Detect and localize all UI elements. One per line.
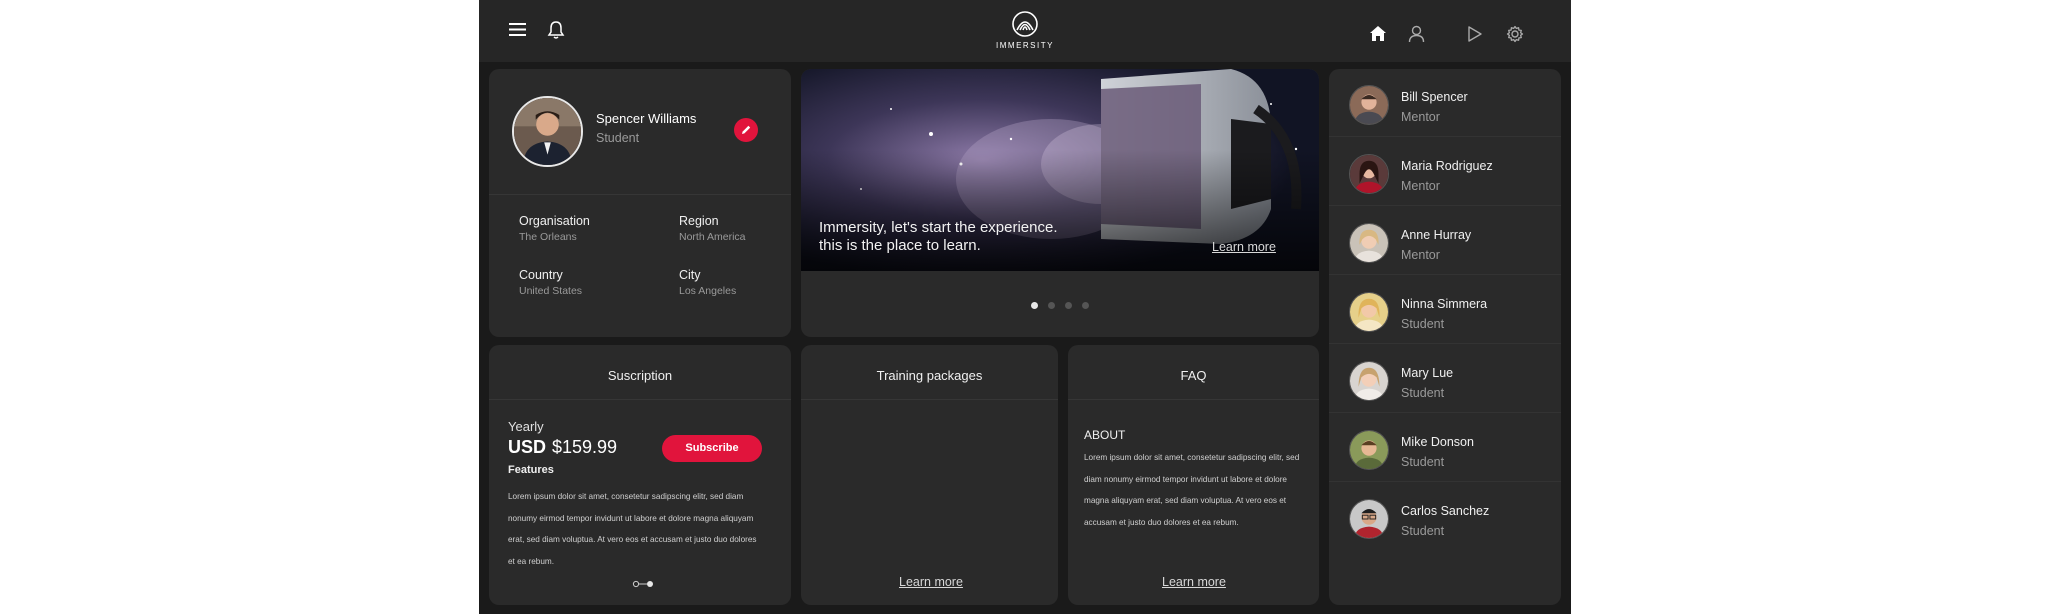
row-divider	[1329, 412, 1561, 413]
list-item[interactable]: Bill Spencer Mentor	[1329, 69, 1561, 137]
play-icon[interactable]	[1467, 25, 1483, 43]
training-title: Training packages	[876, 368, 983, 383]
faq-divider	[1068, 399, 1319, 400]
person-avatar	[1349, 154, 1389, 194]
hero-card: Immersity, let's start the experience. t…	[801, 69, 1319, 337]
edit-profile-button[interactable]	[734, 118, 758, 142]
hero-line-2: this is the place to learn.	[819, 237, 981, 254]
person-name: Ninna Simmera	[1401, 297, 1488, 311]
person-role: Student	[1401, 455, 1445, 469]
field-label-country: Country	[519, 268, 563, 282]
faq-text: Lorem ipsum dolor sit amet, consetetur s…	[1084, 453, 1300, 527]
subscription-divider	[489, 399, 791, 400]
field-label-region: Region	[679, 214, 719, 228]
training-learn-more-link[interactable]: Learn more	[899, 575, 963, 589]
faq-card: FAQ ABOUT Lorem ipsum dolor sit amet, co…	[1068, 345, 1319, 605]
training-divider	[801, 399, 1058, 400]
top-bar: IMMERSITY	[479, 0, 1571, 62]
person-avatar	[1349, 361, 1389, 401]
person-name: Anne Hurray	[1401, 228, 1472, 242]
person-name: Mary Lue	[1401, 366, 1454, 380]
carousel-dot-3[interactable]	[1065, 302, 1072, 309]
profile-avatar	[512, 96, 583, 167]
field-label-city: City	[679, 268, 701, 282]
app-window: IMMERSITY Spencer Williams Student Organ…	[479, 0, 1571, 614]
subscribe-button[interactable]: Subscribe	[662, 435, 762, 462]
row-divider	[1329, 274, 1561, 275]
profile-name: Spencer Williams	[596, 111, 697, 126]
subscription-price: $159.99	[552, 437, 618, 457]
person-name: Maria Rodriguez	[1401, 159, 1493, 173]
row-divider	[1329, 343, 1561, 344]
person-name: Carlos Sanchez	[1401, 504, 1490, 518]
field-value-city: Los Angeles	[679, 285, 737, 297]
user-icon[interactable]	[1408, 25, 1425, 43]
person-role: Student	[1401, 317, 1445, 331]
features-text: Lorem ipsum dolor sit amet, consetetur s…	[508, 492, 757, 566]
person-avatar	[1349, 292, 1389, 332]
features-label: Features	[508, 464, 554, 476]
profile-divider	[489, 194, 791, 195]
hero-line-1: Immersity, let's start the experience.	[819, 219, 1058, 236]
faq-learn-more-link[interactable]: Learn more	[1162, 575, 1226, 589]
list-item[interactable]: Maria Rodriguez Mentor	[1329, 138, 1561, 206]
person-role: Student	[1401, 386, 1445, 400]
person-avatar	[1349, 85, 1389, 125]
person-avatar	[1349, 430, 1389, 470]
subscription-period: Yearly	[508, 419, 544, 434]
faq-section-title: ABOUT	[1084, 428, 1126, 442]
faq-title: FAQ	[1180, 368, 1207, 383]
profile-card: Spencer Williams Student Organisation Th…	[489, 69, 791, 337]
profile-role: Student	[596, 131, 640, 145]
person-role: Mentor	[1401, 179, 1440, 193]
person-avatar	[1349, 223, 1389, 263]
subscription-card: Suscription Yearly USD $159.99 Subscribe…	[489, 345, 791, 605]
person-name: Bill Spencer	[1401, 90, 1468, 104]
row-divider	[1329, 481, 1561, 482]
person-avatar	[1349, 499, 1389, 539]
subscription-title: Suscription	[607, 368, 673, 383]
logo-icon	[1012, 11, 1038, 37]
brand-logo: IMMERSITY	[995, 10, 1055, 52]
list-item[interactable]: Mary Lue Student	[1329, 345, 1561, 413]
person-role: Student	[1401, 524, 1445, 538]
person-role: Mentor	[1401, 248, 1440, 262]
person-name: Mike Donson	[1401, 435, 1474, 449]
field-value-organisation: The Orleans	[519, 231, 577, 243]
bell-icon[interactable]	[547, 20, 565, 40]
row-divider	[1329, 136, 1561, 137]
subscription-currency: USD	[508, 437, 547, 457]
carousel-dot-1[interactable]	[1031, 302, 1038, 309]
field-value-country: United States	[519, 285, 583, 297]
hero-learn-more-link[interactable]: Learn more	[1212, 240, 1276, 254]
list-item[interactable]: Anne Hurray Mentor	[1329, 207, 1561, 275]
brand-name: IMMERSITY	[996, 41, 1054, 50]
pager-toggle-icon[interactable]	[632, 580, 654, 588]
training-card: Training packages Learn more	[801, 345, 1058, 605]
list-item[interactable]: Ninna Simmera Student	[1329, 276, 1561, 344]
field-value-region: North America	[679, 231, 746, 243]
field-label-organisation: Organisation	[519, 214, 590, 228]
list-item[interactable]: Mike Donson Student	[1329, 414, 1561, 482]
home-icon[interactable]	[1369, 25, 1387, 42]
person-role: Mentor	[1401, 110, 1440, 124]
menu-icon[interactable]	[509, 22, 526, 37]
gear-icon[interactable]	[1506, 25, 1524, 43]
carousel-dot-2[interactable]	[1048, 302, 1055, 309]
pencil-icon	[742, 125, 751, 134]
people-list: Bill Spencer Mentor Maria Rodriguez Ment…	[1329, 69, 1561, 605]
row-divider	[1329, 205, 1561, 206]
list-item[interactable]: Carlos Sanchez Student	[1329, 483, 1561, 551]
carousel-dot-4[interactable]	[1082, 302, 1089, 309]
